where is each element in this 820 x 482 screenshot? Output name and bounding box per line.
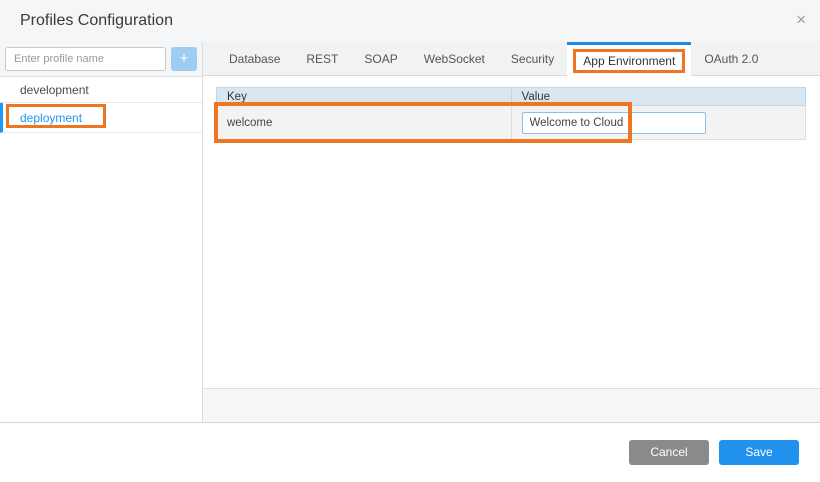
tab-app-environment[interactable]: App Environment — [567, 42, 691, 76]
profile-item-development[interactable]: development — [0, 77, 202, 103]
value-cell — [511, 106, 806, 140]
dialog-title: Profiles Configuration — [0, 12, 173, 30]
profile-name-input[interactable] — [5, 47, 166, 71]
column-header-value: Value — [511, 88, 806, 106]
save-button[interactable]: Save — [719, 440, 799, 465]
add-profile-row: + — [0, 42, 202, 77]
tab-database[interactable]: Database — [216, 42, 293, 75]
cancel-button[interactable]: Cancel — [629, 440, 709, 465]
profile-settings-panel: Database REST SOAP WebSocket Security Ap… — [203, 42, 820, 422]
tab-security[interactable]: Security — [498, 42, 567, 75]
tab-rest[interactable]: REST — [293, 42, 351, 75]
profiles-sidebar: + development deployment — [0, 42, 203, 422]
dialog-footer: Cancel Save — [0, 423, 820, 481]
dialog-header: Profiles Configuration × — [0, 0, 820, 42]
dialog-body: + development deployment Database REST S… — [0, 42, 820, 423]
tab-label: App Environment — [583, 54, 675, 68]
profiles-configuration-dialog: Profiles Configuration × + development d… — [0, 0, 820, 482]
tab-panel-footer-strip — [203, 388, 820, 422]
key-value-table: Key Value welcome — [216, 87, 806, 140]
settings-tabbar: Database REST SOAP WebSocket Security Ap… — [203, 42, 820, 76]
value-input[interactable] — [522, 112, 706, 134]
app-environment-tab-panel: Key Value welcome — [203, 76, 820, 388]
column-header-key: Key — [217, 88, 512, 106]
close-icon[interactable]: × — [796, 10, 806, 30]
profile-item-deployment[interactable]: deployment — [0, 103, 202, 133]
tab-oauth-2-0[interactable]: OAuth 2.0 — [691, 42, 771, 75]
annotation-box-app-environment: App Environment — [573, 49, 685, 73]
key-cell: welcome — [217, 106, 512, 140]
tab-websocket[interactable]: WebSocket — [411, 42, 498, 75]
add-profile-button[interactable]: + — [171, 47, 197, 71]
table-header-row: Key Value — [217, 88, 806, 106]
tab-soap[interactable]: SOAP — [351, 42, 410, 75]
profile-item-label: deployment — [20, 111, 82, 125]
table-row: welcome — [217, 106, 806, 140]
